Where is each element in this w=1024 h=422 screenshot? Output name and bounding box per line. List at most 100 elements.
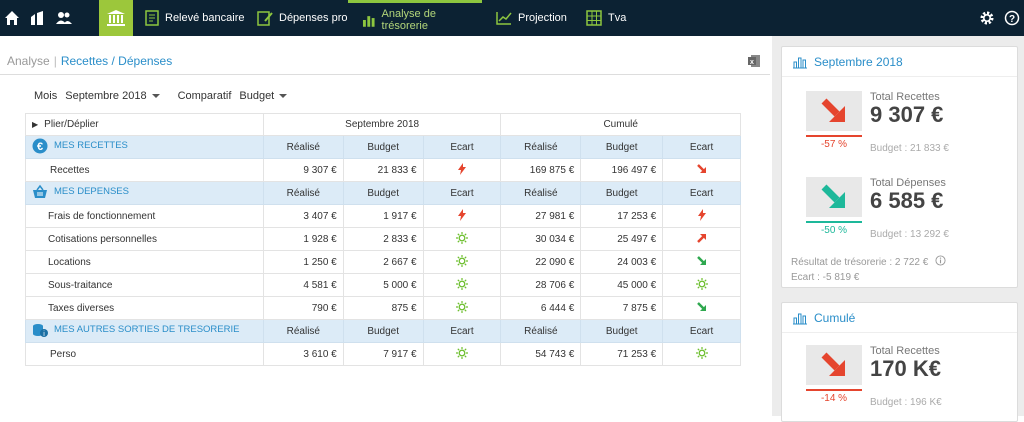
users-icon[interactable] [52, 0, 76, 36]
month-summary-card: Septembre 2018 -57 % Total Recettes 9 30… [781, 46, 1018, 288]
col-header-budget: Budget [580, 319, 664, 343]
arrow-down-right-icon [821, 98, 845, 122]
breadcrumb-root[interactable]: Analyse [7, 54, 50, 68]
buildings-icon[interactable] [25, 0, 49, 36]
period-header: Septembre 2018 [262, 113, 502, 136]
budget-value: 21 833 € [342, 158, 424, 182]
nav-label: Relevé bancaire [165, 12, 245, 24]
nav-analyse-tresorerie[interactable]: Analyse de trésorerie [348, 0, 482, 36]
breadcrumb-current: Recettes / Dépenses [60, 54, 173, 68]
bar-chart-icon [793, 313, 807, 324]
nav-releve-bancaire[interactable]: Relevé bancaire [145, 0, 245, 36]
realise-value: 3 610 € [262, 342, 344, 366]
mois-label: Mois [34, 90, 58, 102]
arrow-down-right-icon [696, 301, 706, 311]
cum-realise-value: 54 743 € [500, 342, 582, 366]
col-header-budget: Budget [580, 181, 664, 205]
toggle-label: Plier/Déplier [44, 119, 99, 130]
bank-icon [107, 10, 125, 26]
budget-value: 1 917 € [342, 204, 424, 228]
col-header-realise: Réalisé [500, 319, 582, 343]
resultat-text: Résultat de trésorerie : 2 722 € [791, 255, 946, 268]
divider [0, 74, 770, 75]
chevron-down-icon [279, 94, 288, 98]
excel-export-icon[interactable]: x [747, 54, 761, 71]
basket-icon [33, 184, 47, 198]
nav-label: Analyse de trésorerie [381, 7, 436, 32]
col-header-realise: Réalisé [262, 319, 344, 343]
table-row: Sous-traitance 4 581 € 5 000 € 28 706 € … [25, 273, 741, 297]
cumul-recettes-trend-box [806, 345, 862, 385]
col-header-ecart: Ecart [422, 135, 502, 159]
section-row-depenses[interactable]: MES DEPENSES Réalisé Budget Ecart Réalis… [25, 181, 741, 205]
nav-tva[interactable]: Tva [586, 0, 626, 36]
card-header: Septembre 2018 [782, 47, 1017, 77]
lightning-icon [697, 208, 706, 221]
realise-value: 1 928 € [262, 227, 344, 251]
resultat-value: Résultat de trésorerie : 2 722 € [791, 257, 929, 268]
row-label: Locations [25, 250, 264, 274]
cumul-recettes-budget: Budget : 196 K€ [870, 397, 942, 408]
cum-budget-value: 24 003 € [580, 250, 664, 274]
breadcrumb: Analyse | Recettes / Dépenses [7, 54, 172, 68]
info-icon[interactable] [935, 255, 946, 266]
realise-value: 790 € [262, 296, 344, 320]
arrow-down-right-icon [696, 163, 706, 173]
analysis-table: ▶ Plier/Déplier Septembre 2018 Cumulé € ME… [25, 113, 741, 366]
statement-icon [145, 10, 159, 26]
cum-budget-value: 25 497 € [580, 227, 664, 251]
arrow-down-right-icon [821, 352, 845, 376]
sun-icon [695, 277, 708, 290]
nav-depenses-pro[interactable]: Dépenses pro [257, 0, 348, 36]
depenses-pct: -50 % [820, 225, 848, 236]
table-row: Frais de fonctionnement 3 407 € 1 917 € … [25, 204, 741, 228]
gear-icon[interactable] [975, 0, 999, 36]
coins-icon: i [33, 323, 48, 338]
row-label: Recettes [25, 158, 264, 182]
mois-value: Septembre 2018 [65, 90, 147, 102]
home-icon[interactable] [0, 0, 24, 36]
ecart-text: Ecart : -5 819 € [791, 272, 860, 283]
lightning-icon [457, 162, 466, 175]
mois-select[interactable]: Septembre 2018 [65, 90, 160, 102]
col-header-budget: Budget [342, 319, 424, 343]
svg-text:€: € [37, 141, 43, 153]
help-icon[interactable]: ? [1000, 0, 1024, 36]
col-header-realise: Réalisé [262, 181, 344, 205]
depenses-value: 6 585 € [870, 188, 944, 213]
cumul-recettes-value: 170 K€ [870, 356, 941, 381]
recettes-pct: -57 % [820, 139, 848, 150]
arrow-up-right-icon [696, 233, 706, 243]
sun-icon [455, 231, 468, 244]
card-title: Septembre 2018 [814, 54, 903, 69]
card-header: Cumulé [782, 303, 1017, 333]
realise-value: 1 250 € [262, 250, 344, 274]
svg-text:x: x [750, 59, 754, 66]
section-row-autres-sorties[interactable]: i MES AUTRES SORTIES DE TRESORERIE Réalis… [25, 319, 741, 343]
card-title: Cumulé [814, 310, 856, 325]
table-row: Recettes 9 307 € 21 833 € 169 875 € 196 … [25, 158, 741, 182]
realise-value: 4 581 € [262, 273, 344, 297]
row-label: Sous-traitance [25, 273, 264, 297]
nav-label: Dépenses pro [279, 12, 348, 24]
row-label: Taxes diverses [25, 296, 264, 320]
cum-realise-value: 30 034 € [500, 227, 582, 251]
comparatif-select[interactable]: Budget [239, 90, 288, 102]
row-label: Cotisations personnelles [25, 227, 264, 251]
table-header-row: ▶ Plier/Déplier Septembre 2018 Cumulé [25, 113, 741, 136]
toggle-cell[interactable]: ▶ Plier/Déplier [25, 113, 264, 136]
cum-realise-value: 6 444 € [500, 296, 582, 320]
filters-bar: Mois Septembre 2018 Comparatif Budget [34, 90, 288, 102]
section-row-recettes[interactable]: € MES RECETTES Réalisé Budget Ecart Réali… [25, 135, 741, 159]
budget-value: 7 917 € [342, 342, 424, 366]
table-row: Locations 1 250 € 2 667 € 22 090 € 24 00… [25, 250, 741, 274]
cum-budget-value: 71 253 € [580, 342, 664, 366]
recettes-pct-line [806, 135, 862, 137]
cumul-header: Cumulé [500, 113, 741, 136]
nav-projection[interactable]: Projection [496, 0, 567, 36]
line-chart-icon [496, 12, 512, 25]
bank-tab[interactable] [99, 0, 133, 36]
budget-value: 2 667 € [342, 250, 424, 274]
recettes-trend-box [806, 91, 862, 131]
bar-chart-icon [362, 15, 375, 27]
